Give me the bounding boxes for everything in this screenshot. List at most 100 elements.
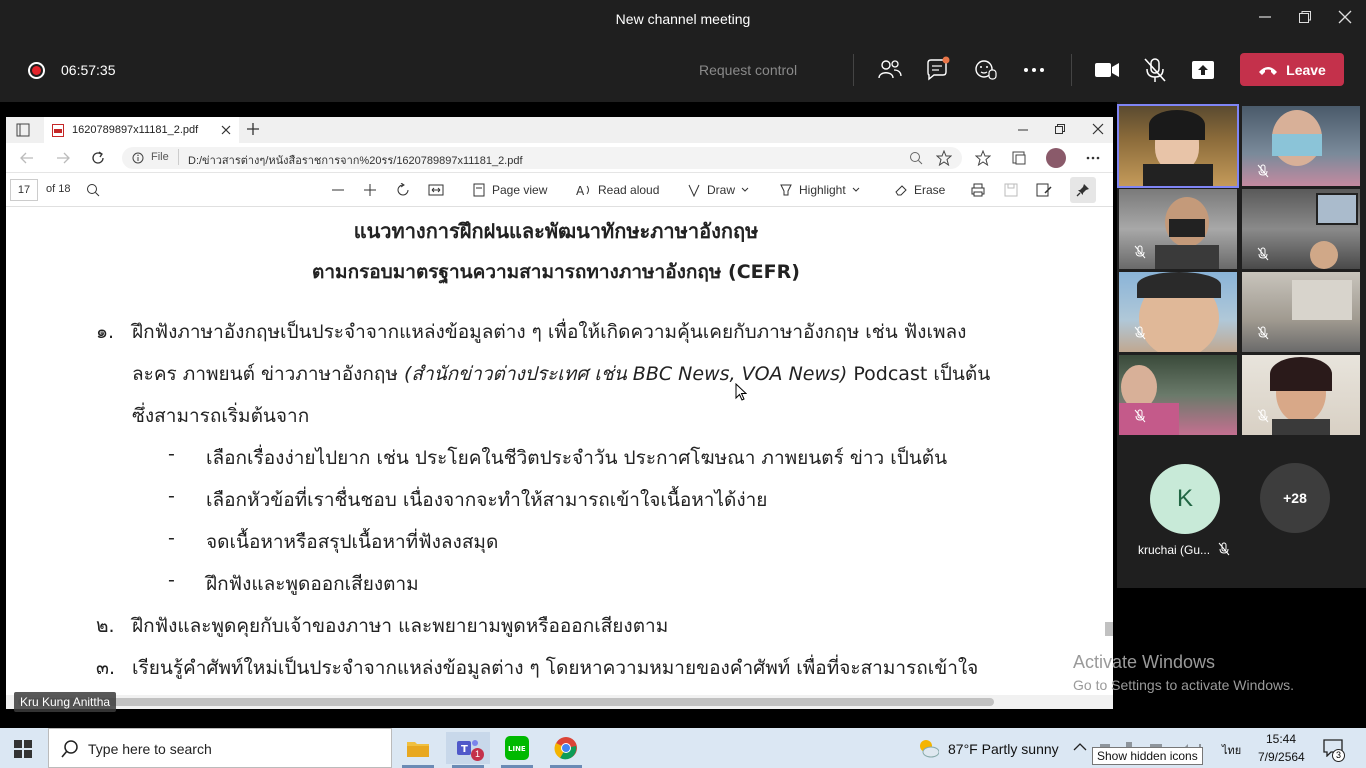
video-tile[interactable] xyxy=(1242,355,1360,435)
share-screen-icon xyxy=(1192,61,1214,79)
divider xyxy=(1071,54,1072,86)
read-aloud-button[interactable]: A Read aloud xyxy=(576,183,659,197)
chevron-up-icon xyxy=(1073,743,1087,751)
refresh-icon xyxy=(92,151,104,164)
mic-off-icon xyxy=(1134,409,1146,423)
restore-icon xyxy=(1055,124,1065,134)
teams-notification-badge: 1 xyxy=(471,748,484,761)
leave-button[interactable]: Leave xyxy=(1240,53,1344,86)
video-tile[interactable] xyxy=(1242,189,1360,269)
back-icon xyxy=(20,152,33,164)
close-tab-icon xyxy=(221,125,231,135)
page-total: of 18 xyxy=(46,183,71,195)
erase-label: Erase xyxy=(914,183,946,197)
bullet-mark: - xyxy=(168,443,175,465)
language-indicator[interactable]: ไทย xyxy=(1222,741,1241,759)
draw-button[interactable]: Draw xyxy=(687,183,749,197)
mic-button[interactable] xyxy=(1140,55,1170,85)
maximize-button[interactable] xyxy=(1290,6,1320,34)
item-number: ๒. xyxy=(96,615,115,637)
close-button[interactable] xyxy=(1330,6,1360,34)
teams-button[interactable]: T 1 xyxy=(446,732,490,768)
video-tile[interactable] xyxy=(1117,104,1239,188)
folder-icon xyxy=(407,742,429,757)
item1-line2-text: ละคร ภาพยนต์ ข่าวภาษาอังกฤษ xyxy=(132,363,398,385)
zoom-in-icon xyxy=(364,184,376,196)
clock-time[interactable]: 15:44 xyxy=(1266,732,1296,746)
participant-avatar[interactable]: K xyxy=(1150,464,1220,534)
item2-text: ฝึกฟังและพูดคุยกับเจ้าของภาษา และพยายามพ… xyxy=(132,615,669,637)
title-bar: New channel meeting xyxy=(0,0,1366,40)
share-button[interactable] xyxy=(1188,55,1218,85)
phone-hangup-icon xyxy=(1259,66,1278,75)
video-tile[interactable] xyxy=(1242,106,1360,186)
activation-title: Activate Windows xyxy=(1073,652,1216,672)
more-participants-count: +28 xyxy=(1283,490,1307,506)
save-icon xyxy=(1004,183,1018,197)
activation-subtitle: Go to Settings to activate Windows. xyxy=(1073,677,1294,693)
chevron-down-icon xyxy=(741,187,749,192)
clock-date[interactable]: 7/9/2564 xyxy=(1258,750,1305,764)
pin-icon xyxy=(1076,184,1089,197)
notifications-button[interactable]: 3 xyxy=(1323,739,1345,762)
bullet-item: เลือกเรื่องง่ายไปยาก เช่น ประโยคในชีวิตป… xyxy=(206,447,948,469)
pdf-icon xyxy=(52,124,64,137)
chrome-button[interactable] xyxy=(544,732,588,768)
plus-icon xyxy=(247,123,259,135)
new-tab-button[interactable] xyxy=(246,122,260,141)
participants-button[interactable] xyxy=(875,55,905,85)
more-icon xyxy=(1024,68,1044,72)
start-button[interactable] xyxy=(14,740,32,763)
browser-tab[interactable]: 1620789897x11181_2.pdf xyxy=(44,117,239,143)
taskbar-search[interactable]: Type here to search xyxy=(48,728,392,768)
mic-off-icon xyxy=(1257,326,1269,340)
weather-text[interactable]: 87°F Partly sunny xyxy=(948,741,1059,757)
line-button[interactable]: LINE xyxy=(495,732,539,768)
camera-button[interactable] xyxy=(1092,55,1122,85)
scrollbar-thumb[interactable] xyxy=(18,698,994,706)
tab-title: 1620789897x11181_2.pdf xyxy=(72,124,199,136)
request-control-button[interactable]: Request control xyxy=(699,62,797,78)
chat-button[interactable] xyxy=(923,55,953,85)
highlight-button[interactable]: Highlight xyxy=(779,183,860,197)
mouse-cursor-icon xyxy=(735,383,747,401)
bullet-mark: - xyxy=(168,569,175,591)
meeting-timer: 06:57:35 xyxy=(61,62,116,78)
vertical-scrollbar[interactable] xyxy=(1105,622,1113,636)
page-view-button[interactable]: Page view xyxy=(472,183,547,197)
more-actions-button[interactable] xyxy=(1019,55,1049,85)
avatar-initial: K xyxy=(1176,485,1193,512)
video-tile[interactable] xyxy=(1119,189,1237,269)
info-icon xyxy=(132,152,144,164)
divider xyxy=(853,54,854,86)
more-participants-button[interactable]: +28 xyxy=(1260,463,1330,533)
item1-line2-italic: (สำนักข่าวต่างประเทศ เช่น BBC News, VOA … xyxy=(404,363,848,385)
video-tile[interactable] xyxy=(1119,355,1237,435)
doc-heading-2: ตามกรอบมาตรฐานความสามารถทางภาษาอังกฤษ (C… xyxy=(312,261,800,283)
svg-text:A: A xyxy=(576,184,585,197)
tab-actions-icon[interactable] xyxy=(16,123,30,142)
chevron-down-icon xyxy=(852,187,860,192)
page-view-icon xyxy=(473,183,485,197)
file-explorer-button[interactable] xyxy=(396,732,440,768)
page-number-input[interactable]: 17 xyxy=(10,179,38,201)
raise-hand-icon xyxy=(975,60,997,80)
highlight-label: Highlight xyxy=(799,183,846,197)
search-placeholder: Type here to search xyxy=(88,741,212,757)
minimize-button[interactable] xyxy=(1250,6,1280,34)
erase-button[interactable]: Erase xyxy=(894,183,945,197)
horizontal-scrollbar[interactable] xyxy=(6,695,1113,709)
video-tile[interactable] xyxy=(1242,272,1360,352)
bullet-mark: - xyxy=(168,485,175,507)
item3-text: เรียนรู้คำศัพท์ใหม่เป็นประจำจากแหล่งข้อม… xyxy=(132,657,979,679)
pin-toolbar-button[interactable] xyxy=(1070,177,1096,203)
url-field[interactable]: File D:/ข่าวสารต่างๆ/หนังสือราชการจาก%20… xyxy=(122,147,962,169)
search-icon xyxy=(61,740,78,758)
video-tile[interactable] xyxy=(1119,272,1237,352)
profile-avatar[interactable] xyxy=(1046,148,1066,168)
pdf-toolbar: 17 of 18 Page view A Read aloud Draw Hig… xyxy=(6,173,1113,207)
leave-label: Leave xyxy=(1286,61,1326,78)
item1-line2: ละคร ภาพยนต์ ข่าวภาษาอังกฤษ (สำนักข่าวต่… xyxy=(132,359,990,389)
reactions-button[interactable] xyxy=(971,55,1001,85)
draw-label: Draw xyxy=(707,183,736,197)
